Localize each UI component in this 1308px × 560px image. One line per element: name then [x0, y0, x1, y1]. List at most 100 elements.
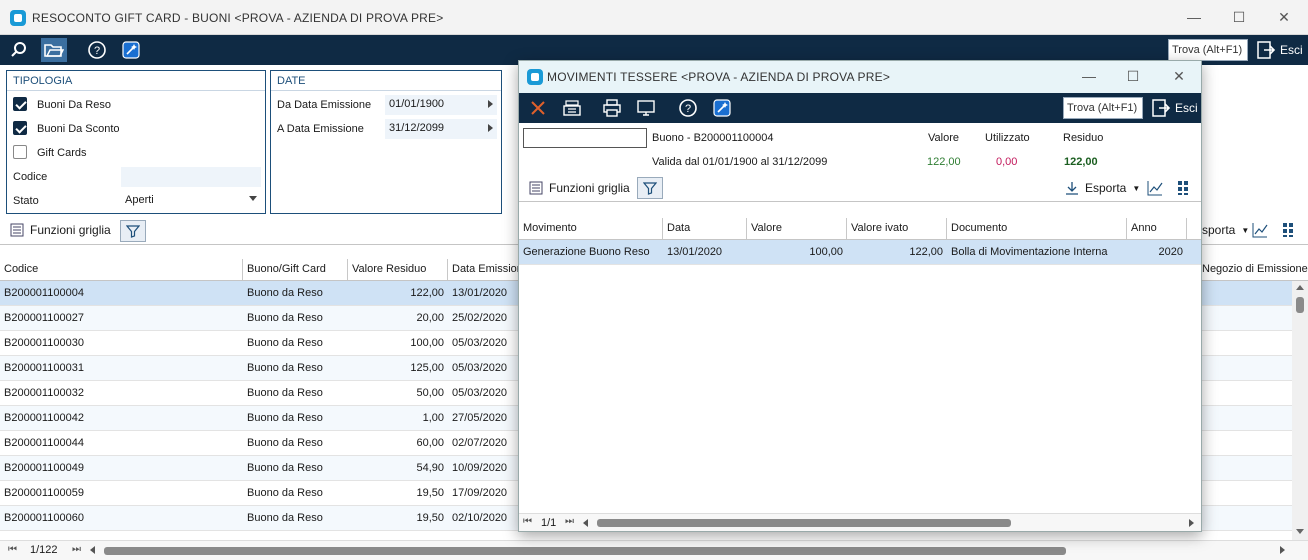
da-data-input[interactable]: 01/01/1900 [385, 95, 497, 115]
filter-button[interactable] [120, 220, 146, 242]
column-header-data-emissione[interactable]: Data Emission [448, 259, 520, 280]
column-header-data[interactable]: Data [663, 218, 747, 239]
dialog-maximize-button[interactable]: ☐ [1113, 61, 1153, 91]
column-header-valore-ivato[interactable]: Valore ivato [847, 218, 947, 239]
search-input[interactable]: Trova (Alt+F1) [1168, 39, 1248, 61]
scroll-down-icon [1296, 529, 1304, 534]
column-header-codice[interactable]: Codice [0, 259, 243, 280]
cell-valore: 125,00 [410, 362, 444, 374]
a-data-input[interactable]: 31/12/2099 [385, 119, 497, 139]
dialog-magic-wand-icon[interactable] [709, 96, 735, 120]
dialog-search-input[interactable]: Trova (Alt+F1) [1063, 97, 1143, 119]
cell-buono: Buono da Reso [247, 487, 323, 499]
dialog-filter-button[interactable] [637, 177, 663, 199]
first-page-icon[interactable]: ⏮ [8, 544, 17, 555]
dialog-export-button[interactable]: Esporta ▼ [1065, 181, 1140, 195]
help-icon[interactable]: ? [84, 38, 110, 62]
dialog-toolbar: ? Trova (Alt+F1) Esci [519, 93, 1201, 123]
vertical-scrollbar[interactable] [1292, 281, 1308, 540]
cell-valore: 50,00 [416, 387, 444, 399]
dialog-help-icon[interactable]: ? [675, 96, 701, 120]
folder-open-icon[interactable] [41, 38, 67, 62]
cell-data: 02/07/2020 [452, 437, 508, 449]
scroll-right-icon[interactable] [1280, 546, 1285, 554]
cash-register-icon[interactable] [559, 96, 585, 120]
checkbox-buoni-da-sconto[interactable] [13, 121, 27, 135]
scroll-thumb[interactable] [1296, 297, 1304, 313]
dialog-divider [519, 201, 1201, 202]
stato-label: Stato [13, 195, 39, 207]
export-label: sporta [1202, 223, 1236, 237]
filter-icon [126, 225, 140, 238]
codice-input[interactable] [121, 167, 261, 187]
cell-buono: Buono da Reso [247, 412, 323, 424]
maximize-button[interactable]: ☐ [1219, 2, 1259, 32]
label-gift-cards: Gift Cards [37, 147, 87, 159]
search-icon[interactable] [6, 38, 32, 62]
column-header-negozio[interactable]: Negozio di Emissione [1198, 259, 1308, 280]
dialog-exit-label: Esci [1175, 101, 1198, 115]
cell-buono: Buono da Reso [247, 362, 323, 374]
dialog-scroll-left-icon[interactable] [583, 519, 588, 527]
main-footer: ⏮ 1/122 ⏭ [0, 540, 1308, 560]
date-title: DATE [271, 71, 501, 91]
caret-down-icon: ▼ [1241, 225, 1250, 235]
column-header-documento[interactable]: Documento [947, 218, 1127, 239]
exit-label: Esci [1280, 43, 1303, 57]
dialog-horizontal-scroll-thumb[interactable] [597, 519, 1011, 527]
cell-documento: Bolla di Movimentazione Interna [951, 246, 1108, 258]
exit-button[interactable]: Esci [1256, 39, 1303, 61]
scroll-left-icon[interactable] [90, 546, 95, 554]
horizontal-scroll-thumb[interactable] [104, 547, 1066, 555]
column-header-buono[interactable]: Buono/Gift Card [243, 259, 348, 280]
valore-label: Valore [928, 132, 959, 144]
cell-data: 25/02/2020 [452, 312, 508, 324]
svg-text:?: ? [685, 103, 691, 115]
da-data-value: 01/01/1900 [389, 98, 445, 110]
chevron-right-icon [488, 124, 493, 132]
cell-valore: 1,00 [422, 412, 444, 424]
dialog-grid-layout-icon[interactable] [1177, 180, 1193, 199]
dialog-last-page-icon[interactable]: ⏭ [565, 516, 574, 527]
grid-functions-button[interactable]: Funzioni griglia [10, 223, 111, 237]
export-button[interactable]: sporta ▼ [1202, 223, 1249, 237]
minimize-button[interactable]: — [1174, 2, 1214, 32]
column-header-valore[interactable]: Valore [747, 218, 847, 239]
print-icon[interactable] [599, 96, 625, 120]
dialog-scroll-right-icon[interactable] [1189, 519, 1194, 527]
validity-label: Valida dal 01/01/1900 al 31/12/2099 [652, 156, 828, 168]
monitor-icon[interactable] [633, 96, 659, 120]
checkbox-gift-cards[interactable] [13, 145, 27, 159]
utilizzato-value: 0,00 [996, 156, 1018, 168]
dialog-footer: ⏮ 1/1 ⏭ [519, 513, 1201, 531]
cancel-icon[interactable] [525, 96, 551, 120]
stato-select[interactable]: Aperti [121, 191, 261, 211]
chart-icon[interactable] [1252, 222, 1268, 241]
cell-buono: Buono da Reso [247, 512, 323, 524]
dialog-caret-down-icon: ▼ [1132, 183, 1141, 193]
column-header-movimento[interactable]: Movimento [519, 218, 663, 239]
dialog-code-input[interactable] [523, 128, 647, 148]
grid-layout-icon[interactable] [1282, 222, 1298, 241]
movimenti-dialog: MOVIMENTI TESSERE <PROVA - AZIENDA DI PR… [518, 60, 1202, 532]
exit-icon [1257, 41, 1276, 59]
column-header-valore-residuo[interactable]: Valore Residuo [348, 259, 448, 280]
cell-valore: 100,00 [809, 246, 843, 258]
dialog-close-button[interactable]: ✕ [1159, 61, 1199, 91]
dialog-exit-button[interactable]: Esci [1151, 97, 1198, 119]
buono-label: Buono - B200001100004 [652, 132, 774, 144]
magic-wand-icon[interactable] [118, 38, 144, 62]
cell-codice: B200001100042 [4, 412, 84, 424]
dialog-grid-functions-button[interactable]: Funzioni griglia [529, 181, 630, 195]
column-header-anno[interactable]: Anno [1127, 218, 1187, 239]
dialog-first-page-icon[interactable]: ⏮ [523, 516, 532, 527]
dialog-minimize-button[interactable]: — [1069, 61, 1109, 91]
dialog-table-row[interactable]: Generazione Buono Reso 13/01/2020 100,00… [519, 240, 1201, 265]
close-button[interactable]: ✕ [1264, 2, 1304, 32]
scroll-up-icon [1296, 285, 1304, 290]
last-page-icon[interactable]: ⏭ [72, 544, 81, 555]
checkbox-buoni-da-reso[interactable] [13, 97, 27, 111]
dialog-app-icon [527, 69, 543, 85]
chevron-down-icon [249, 196, 257, 201]
dialog-chart-icon[interactable] [1147, 180, 1163, 199]
